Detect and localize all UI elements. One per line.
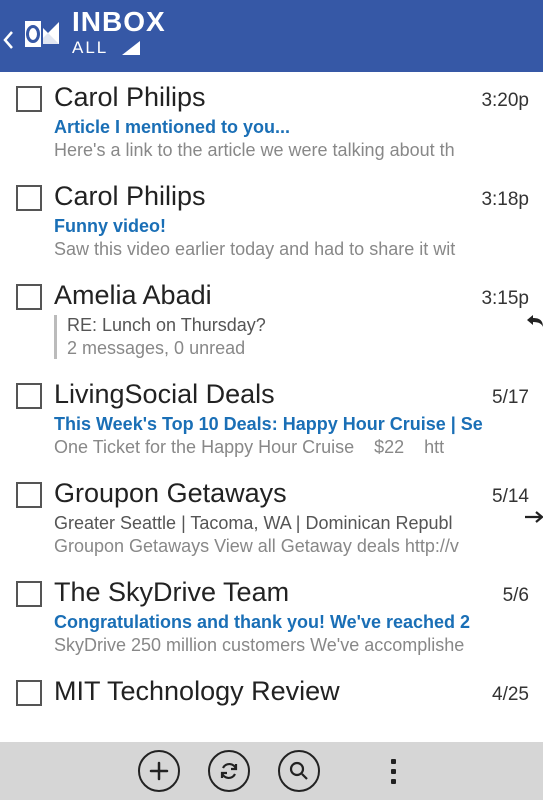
message-row[interactable]: Amelia Abadi 3:15p RE: Lunch on Thursday?2… bbox=[0, 270, 543, 369]
timestamp: 3:18p bbox=[481, 189, 529, 211]
timestamp: 5/6 bbox=[503, 585, 529, 607]
subject: Funny video! bbox=[54, 216, 529, 237]
timestamp: 5/17 bbox=[492, 387, 529, 409]
preview-text: One Ticket for the Happy Hour Cruise $22… bbox=[54, 437, 529, 458]
reply-icon bbox=[525, 312, 543, 328]
message-row[interactable]: Carol Philips 3:20p Article I mentioned to… bbox=[0, 72, 543, 171]
subject: Greater Seattle | Tacoma, WA | Dominican… bbox=[54, 513, 529, 534]
timestamp: 5/14 bbox=[492, 486, 529, 508]
more-button[interactable] bbox=[382, 759, 406, 784]
preview-text: Saw this video earlier today and had to … bbox=[54, 239, 529, 260]
preview-text: Groupon Getaways View all Getaway deals … bbox=[54, 536, 529, 557]
outlook-logo-icon bbox=[20, 12, 64, 56]
timestamp: 3:20p bbox=[481, 90, 529, 112]
select-checkbox[interactable] bbox=[16, 581, 42, 607]
sender-name: LivingSocial Deals bbox=[54, 379, 482, 410]
filter-label[interactable]: ALL bbox=[72, 38, 108, 58]
sender-name: Carol Philips bbox=[54, 82, 471, 113]
select-checkbox[interactable] bbox=[16, 680, 42, 706]
thread-subject: RE: Lunch on Thursday? bbox=[67, 315, 529, 336]
sender-name: The SkyDrive Team bbox=[54, 577, 493, 608]
preview-text: SkyDrive 250 million customers We've acc… bbox=[54, 635, 529, 656]
subject: Article I mentioned to you... bbox=[54, 117, 529, 138]
forward-icon bbox=[523, 510, 543, 524]
sender-name: Carol Philips bbox=[54, 181, 471, 212]
app-bar bbox=[0, 742, 543, 800]
app-header: INBOX ALL bbox=[0, 0, 543, 72]
select-checkbox[interactable] bbox=[16, 284, 42, 310]
subject: Congratulations and thank you! We've rea… bbox=[54, 612, 529, 633]
subject: This Week's Top 10 Deals: Happy Hour Cru… bbox=[54, 414, 529, 435]
inbox-title: INBOX bbox=[72, 8, 166, 36]
timestamp: 3:15p bbox=[481, 288, 529, 310]
select-checkbox[interactable] bbox=[16, 383, 42, 409]
compose-button[interactable] bbox=[138, 750, 180, 792]
sender-name: MIT Technology Review bbox=[54, 676, 482, 707]
timestamp: 4/25 bbox=[492, 684, 529, 706]
select-checkbox[interactable] bbox=[16, 86, 42, 112]
select-checkbox[interactable] bbox=[16, 482, 42, 508]
message-row[interactable]: Groupon Getaways 5/14 Greater Seattle | Ta… bbox=[0, 468, 543, 567]
sender-name: Groupon Getaways bbox=[54, 478, 482, 509]
back-icon[interactable] bbox=[2, 30, 16, 50]
thread-info: 2 messages, 0 unread bbox=[67, 338, 529, 359]
select-checkbox[interactable] bbox=[16, 185, 42, 211]
sender-name: Amelia Abadi bbox=[54, 280, 471, 311]
sync-button[interactable] bbox=[208, 750, 250, 792]
message-row[interactable]: The SkyDrive Team 5/6 Congratulations and … bbox=[0, 567, 543, 666]
signal-icon bbox=[122, 41, 140, 55]
search-button[interactable] bbox=[278, 750, 320, 792]
message-row[interactable]: LivingSocial Deals 5/17 This Week's Top 10… bbox=[0, 369, 543, 468]
message-row[interactable]: Carol Philips 3:18p Funny video!Saw this v… bbox=[0, 171, 543, 270]
message-row[interactable]: MIT Technology Review 4/25 bbox=[0, 666, 543, 717]
message-list: Carol Philips 3:20p Article I mentioned to… bbox=[0, 72, 543, 742]
preview-text: Here's a link to the article we were tal… bbox=[54, 140, 529, 161]
